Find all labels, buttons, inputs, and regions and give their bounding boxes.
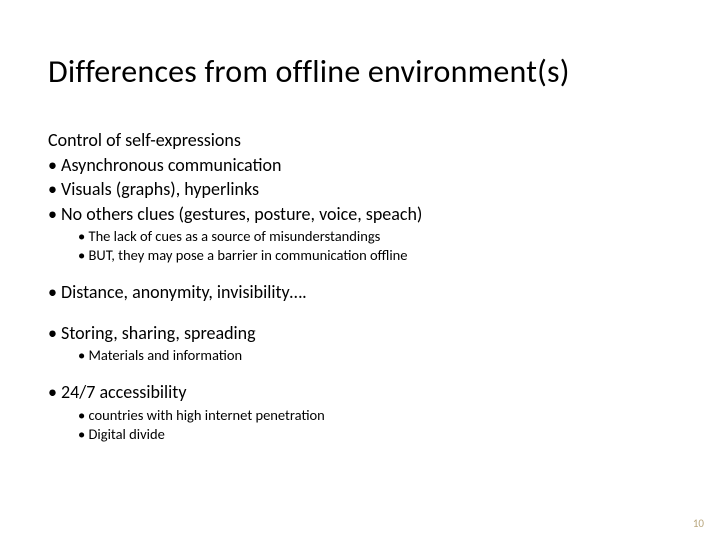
body-line: Visuals (graphs), hyperlinks bbox=[48, 178, 672, 201]
body-line: Control of self-expressions bbox=[48, 129, 672, 152]
slide: Differences from offline environment(s) … bbox=[0, 0, 720, 540]
body-line: Distance, anonymity, invisibility…. bbox=[48, 281, 672, 304]
body-subline: BUT, they may pose a barrier in communic… bbox=[78, 246, 672, 264]
body-line: No others clues (gestures, posture, voic… bbox=[48, 203, 672, 226]
body-line: 24/7 accessibility bbox=[48, 381, 672, 404]
page-number: 10 bbox=[693, 517, 704, 530]
body-line: Storing, sharing, spreading bbox=[48, 322, 672, 345]
slide-title: Differences from offline environment(s) bbox=[48, 52, 672, 91]
body-subline: Digital divide bbox=[78, 425, 672, 443]
body-subline: The lack of cues as a source of misunder… bbox=[78, 227, 672, 245]
slide-body: Control of self-expressions Asynchronous… bbox=[48, 129, 672, 443]
body-line: Asynchronous communication bbox=[48, 154, 672, 177]
body-subline: countries with high internet penetration bbox=[78, 406, 672, 424]
body-subline: Materials and information bbox=[78, 346, 672, 364]
